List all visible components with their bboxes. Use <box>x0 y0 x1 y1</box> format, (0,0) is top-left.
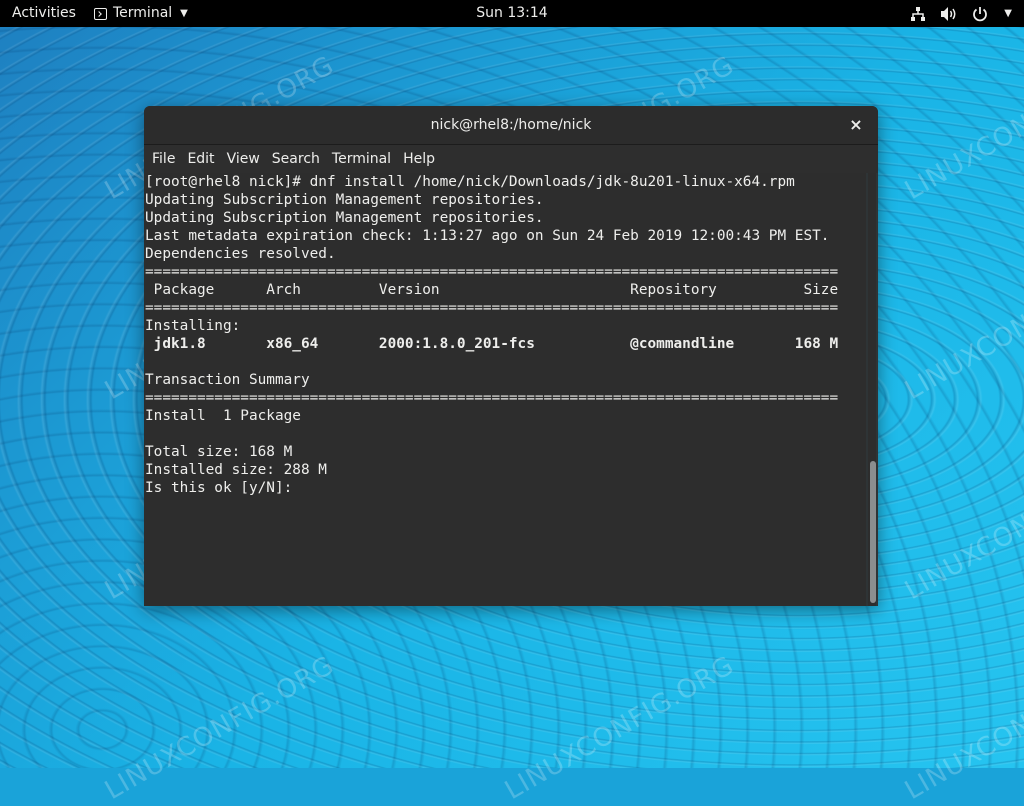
menu-view[interactable]: View <box>221 145 266 173</box>
terminal-line: [root@rhel8 nick]# dnf install /home/nic… <box>145 174 795 190</box>
scrollbar[interactable] <box>868 173 876 606</box>
terminal-line: Updating Subscription Management reposit… <box>145 192 544 208</box>
scrollbar-thumb[interactable] <box>870 461 876 603</box>
system-menu[interactable]: ▼ <box>910 0 1012 27</box>
menu-bar: File Edit View Search Terminal Help <box>144 145 878 173</box>
network-icon <box>911 6 926 21</box>
terminal-line: ========================================… <box>145 390 839 406</box>
terminal-line: jdk1.8 x86_64 2000:1.8.0_201-fcs @comman… <box>145 336 839 352</box>
terminal-window[interactable]: nick@rhel8:/home/nick × File Edit View S… <box>144 106 878 606</box>
terminal-prompt-line: Is this ok [y/N]: <box>145 480 301 496</box>
power-icon <box>973 6 988 21</box>
menu-edit[interactable]: Edit <box>181 145 220 173</box>
top-bar: Sun 13:14 Activities Terminal ▼ ▼ <box>0 0 1024 27</box>
chevron-down-icon: ▼ <box>1004 8 1012 19</box>
terminal-line: Total size: 168 M <box>145 444 293 460</box>
terminal-line: Transaction Summary <box>145 372 310 388</box>
app-menu-button[interactable]: Terminal ▼ <box>94 0 188 27</box>
window-title: nick@rhel8:/home/nick <box>430 117 592 133</box>
menu-search[interactable]: Search <box>266 145 326 173</box>
menu-help[interactable]: Help <box>397 145 441 173</box>
terminal-line: ========================================… <box>145 264 839 280</box>
terminal-line: ========================================… <box>145 300 839 316</box>
app-menu-label: Terminal <box>113 5 173 21</box>
terminal-output[interactable]: [root@rhel8 nick]# dnf install /home/nic… <box>144 173 866 606</box>
terminal-line: Updating Subscription Management reposit… <box>145 210 544 226</box>
menu-file[interactable]: File <box>146 145 181 173</box>
terminal-line: Installed size: 288 M <box>145 462 327 478</box>
terminal-line: Install 1 Package <box>145 408 301 424</box>
volume-icon <box>941 6 956 21</box>
chevron-down-icon: ▼ <box>180 8 188 19</box>
window-titlebar[interactable]: nick@rhel8:/home/nick × <box>144 106 878 145</box>
menu-terminal[interactable]: Terminal <box>326 145 397 173</box>
terminal-icon <box>94 7 107 20</box>
terminal-line: Last metadata expiration check: 1:13:27 … <box>145 228 830 244</box>
terminal-line: Dependencies resolved. <box>145 246 336 262</box>
close-button[interactable]: × <box>844 106 868 144</box>
terminal-line: Package Arch Version Repository Size <box>145 282 839 298</box>
activities-button[interactable]: Activities <box>12 0 76 27</box>
terminal-line: Installing: <box>145 318 241 334</box>
